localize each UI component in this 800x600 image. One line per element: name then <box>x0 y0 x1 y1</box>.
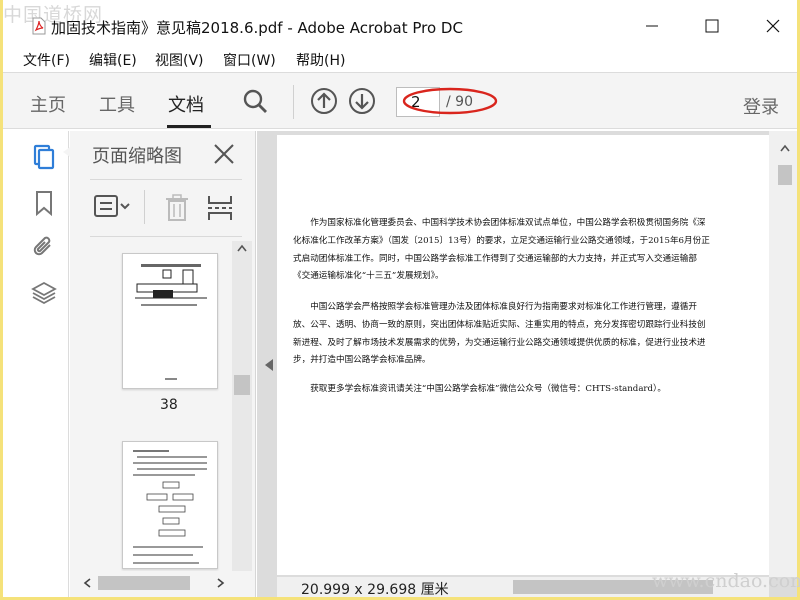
close-icon <box>766 19 780 33</box>
insert-pages-icon[interactable] <box>206 194 234 222</box>
window-title: 加固技术指南》意见稿2018.6.pdf - Adobe Acrobat Pro… <box>51 17 463 38</box>
search-icon[interactable] <box>241 87 269 115</box>
tab-document[interactable]: 文档 <box>168 91 204 117</box>
navigation-rail <box>23 131 69 597</box>
layers-icon[interactable] <box>30 279 58 307</box>
next-page-icon[interactable] <box>348 87 376 115</box>
tab-tools[interactable]: 工具 <box>99 91 135 117</box>
page-thumbnail[interactable] <box>122 441 218 569</box>
thumbnails-horizontal-scrollbar[interactable] <box>70 571 230 595</box>
maximize-button[interactable] <box>697 12 727 40</box>
bookmark-icon[interactable] <box>30 189 58 217</box>
document-paragraph: 中国公路学会严格按照学会标准管理办法及团体标准良好行为指南要求对标准化工作进行管… <box>293 299 713 370</box>
menu-edit[interactable]: 编辑(E) <box>89 50 137 70</box>
previous-page-icon[interactable] <box>310 87 338 115</box>
main-toolbar: 主页 工具 文档 2 / 90 登录 <box>3 72 797 129</box>
document-viewer: 作为国家标准化管理委员会、中国科学技术协会团体标准双试点单位，中国公路学会积极贯… <box>257 131 797 597</box>
minimize-button[interactable] <box>637 12 667 40</box>
scroll-up-icon[interactable] <box>779 143 791 153</box>
thumbnails-panel: 页面缩略图 <box>70 131 256 597</box>
red-circle-annotation <box>400 86 500 118</box>
minimize-icon <box>645 19 659 33</box>
acrobat-app-icon <box>31 17 47 35</box>
menu-window[interactable]: 窗口(W) <box>223 50 276 70</box>
page-size-readout: 20.999 x 29.698 厘米 <box>301 579 449 597</box>
attachment-icon[interactable] <box>30 233 58 261</box>
scroll-up-icon[interactable] <box>236 243 248 253</box>
document-paragraph: 获取更多学会标准资讯请关注“中国公路学会标准”微信公众号（微信号：CHTS-st… <box>293 381 713 399</box>
horizontal-scroll-handle[interactable] <box>98 576 190 590</box>
delete-icon[interactable] <box>164 194 190 222</box>
watermark-url: www.cndao.com <box>652 570 800 592</box>
scroll-left-icon[interactable] <box>82 577 92 589</box>
active-tab-indicator <box>167 125 211 128</box>
toolbar-separator <box>293 85 294 119</box>
thumbnail-options-icon[interactable] <box>94 194 134 220</box>
thumbnails-scrollbar[interactable] <box>232 241 252 571</box>
panel-separator <box>144 190 145 224</box>
panel-toolbar <box>90 179 242 237</box>
scroll-right-icon[interactable] <box>216 577 226 589</box>
login-button[interactable]: 登录 <box>743 93 779 119</box>
panel-title: 页面缩略图 <box>92 142 182 168</box>
collapse-panel-icon[interactable] <box>265 359 275 371</box>
document-paragraph: 作为国家标准化管理委员会、中国科学技术协会团体标准双试点单位，中国公路学会积极贯… <box>293 215 713 286</box>
close-panel-icon[interactable] <box>212 142 236 166</box>
thumbnails-scroll-handle[interactable] <box>234 375 250 395</box>
page-thumbnails-icon[interactable] <box>30 143 58 171</box>
maximize-icon <box>705 19 719 33</box>
thumbnail-preview <box>123 442 219 570</box>
document-vertical-scrollbar[interactable] <box>769 131 797 577</box>
menu-view[interactable]: 视图(V) <box>155 50 204 70</box>
acrobat-window: 中国道桥网 加固技术指南》意见稿2018.6.pdf - Adobe Acrob… <box>3 0 797 597</box>
thumbnail-page-number: 38 <box>160 397 178 413</box>
menu-file[interactable]: 文件(F) <box>23 50 70 70</box>
panel-pointer <box>63 145 75 159</box>
menu-help[interactable]: 帮助(H) <box>296 50 345 70</box>
menu-bar: 文件(F) 编辑(E) 视图(V) 窗口(W) 帮助(H) <box>3 48 797 70</box>
page-thumbnail[interactable] <box>122 253 218 389</box>
thumbnail-preview <box>123 254 219 390</box>
close-button[interactable] <box>758 12 788 40</box>
document-page: 作为国家标准化管理委员会、中国科学技术协会团体标准双试点单位，中国公路学会积极贯… <box>277 135 769 575</box>
document-scroll-handle[interactable] <box>778 165 792 185</box>
tab-home[interactable]: 主页 <box>30 91 66 117</box>
title-bar: 中国道桥网 加固技术指南》意见稿2018.6.pdf - Adobe Acrob… <box>3 0 797 44</box>
